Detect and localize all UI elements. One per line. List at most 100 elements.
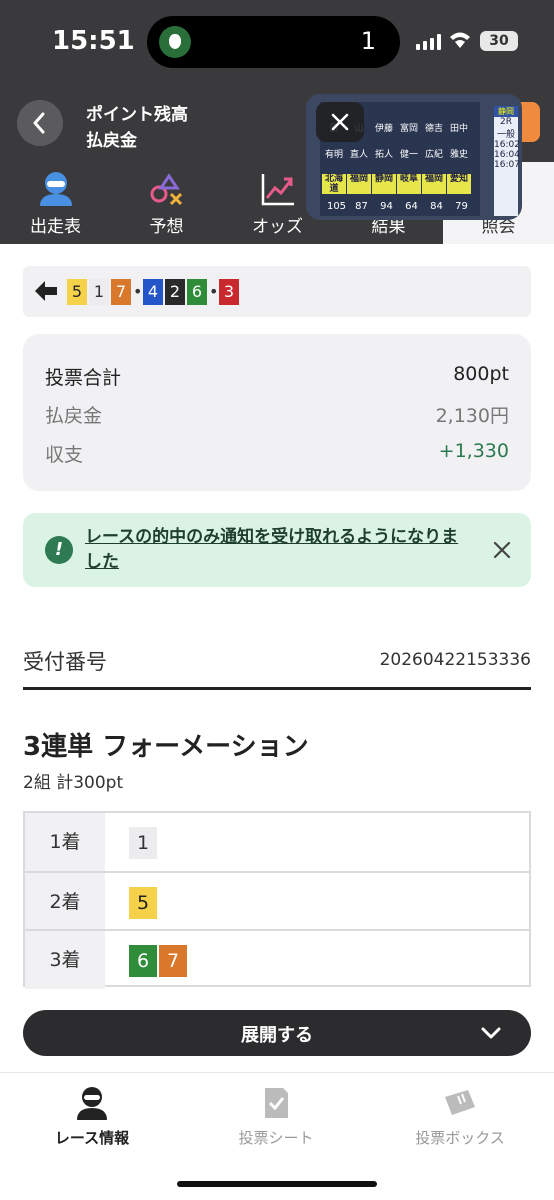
- board-cell: 德吉: [424, 124, 443, 134]
- expand-button[interactable]: 展開する: [23, 1010, 531, 1056]
- number-badge: 3: [219, 279, 239, 305]
- separator-dot: •: [133, 282, 143, 301]
- board-grade: 一般: [496, 130, 515, 140]
- tab-label: 予想: [149, 217, 184, 237]
- combination-bar: 5 1 7 • 4 2 6 • 3: [23, 266, 531, 317]
- table-row: 2着 5: [25, 873, 529, 931]
- video-player-overlay[interactable]: 原山伊藤富岡德吉田中 有明直人拓人健一広紀雅史 北海道福岡静岡岐阜福岡愛知 10…: [306, 94, 522, 220]
- board-score: 94: [380, 201, 393, 212]
- board-score: 64: [405, 201, 418, 212]
- board-time: 16:04: [494, 150, 520, 160]
- nav-vote-box[interactable]: 投票ボックス: [368, 1073, 552, 1173]
- status-time: 15:51: [52, 26, 135, 56]
- number-badge: 7: [111, 279, 131, 305]
- board-score: 87: [355, 201, 368, 212]
- summary-card: 投票合計 800pt 払戻金 2,130円 収支 +1,330: [23, 334, 531, 491]
- status-bar: 15:51 1 30: [0, 0, 554, 84]
- board-cell: 広紀: [424, 150, 443, 160]
- board-time: 16:02: [494, 140, 520, 150]
- payout-row-label: 払戻金: [45, 405, 103, 427]
- formation-table: 1着 1 2着 5 3着 67: [23, 811, 531, 989]
- payout-label: 払戻金: [86, 131, 137, 151]
- board-cell: 富岡: [399, 124, 418, 134]
- separator-dot: •: [209, 282, 219, 301]
- chart-up-icon: [261, 174, 294, 206]
- back-button[interactable]: [17, 100, 63, 146]
- number-badge: 5: [129, 887, 157, 919]
- table-row: 1着 1: [25, 813, 529, 871]
- number-badge: 1: [129, 827, 157, 859]
- close-icon: [331, 113, 349, 131]
- tab-entry-list[interactable]: 出走表: [0, 162, 111, 244]
- nav-label: 投票ボックス: [415, 1129, 505, 1147]
- arrow-left-icon: [35, 281, 57, 301]
- table-row: 3着 67: [25, 931, 529, 989]
- notification-banner: ! レースの的中のみ通知を受け取れるようになりました: [23, 513, 531, 587]
- number-badge: 2: [165, 279, 185, 305]
- place-label: 1着: [25, 813, 105, 871]
- tab-label: 出走表: [30, 217, 81, 237]
- bet-type-title: 3連単 フォーメーション: [23, 732, 309, 762]
- exclamation-icon: !: [45, 536, 73, 564]
- number-badge: 7: [159, 945, 187, 977]
- number-badge: 6: [187, 279, 207, 305]
- board-places: 北海道福岡 静岡 岐阜 福岡 愛知: [322, 174, 478, 194]
- video-close-button[interactable]: [316, 102, 364, 142]
- close-icon[interactable]: [489, 537, 515, 563]
- chevron-down-icon: [481, 1027, 501, 1039]
- receipt-label: 受付番号: [23, 650, 107, 674]
- board-cell: 岐阜: [397, 174, 421, 194]
- dynamic-island[interactable]: 1: [147, 16, 400, 68]
- board-cell: 拓人: [374, 150, 393, 160]
- balance-label: 収支: [45, 444, 84, 466]
- place-numbers: 67: [129, 945, 189, 977]
- receipt-number: 20260422153336: [379, 650, 531, 670]
- point-balance-label: ポイント残高: [86, 105, 188, 125]
- board-cell: 福岡: [347, 174, 371, 194]
- board-cell: 雅史: [449, 150, 468, 160]
- racer-icon: [40, 172, 72, 206]
- island-counter: 1: [360, 27, 376, 55]
- board-cell: 福岡: [422, 174, 446, 194]
- board-cell: 静岡: [372, 174, 396, 194]
- board-race: 2R: [500, 117, 512, 127]
- board-cell: 有明: [324, 150, 343, 160]
- home-indicator: [177, 1181, 377, 1187]
- prediction-icon: [150, 173, 183, 206]
- number-badge: 4: [143, 279, 163, 305]
- nav-label: 投票シート: [238, 1129, 314, 1147]
- number-badge: 6: [129, 945, 157, 977]
- notice-link[interactable]: レースの的中のみ通知を受け取れるようになりました: [85, 525, 465, 575]
- board-cell: 伊藤: [374, 124, 393, 134]
- total-value: 800pt: [453, 363, 509, 385]
- board-side-panel: 静岡 2R 一般 16:02 16:04 16:07: [494, 106, 520, 216]
- place-numbers: 5: [129, 887, 159, 919]
- receipt-row: 受付番号 20260422153336: [23, 640, 531, 690]
- tab-prediction[interactable]: 予想: [111, 162, 222, 244]
- place-label: 2着: [25, 873, 105, 931]
- racer-icon: [77, 1087, 107, 1120]
- nav-vote-sheet[interactable]: 投票シート: [184, 1073, 368, 1173]
- chevron-left-icon: [33, 112, 45, 134]
- wifi-icon: [450, 32, 470, 48]
- board-cell: 直人: [349, 150, 368, 160]
- board-cell: 健一: [399, 150, 418, 160]
- board-score: 79: [455, 201, 468, 212]
- ticket-icon: [445, 1090, 475, 1115]
- board-venue: 静岡: [494, 106, 518, 117]
- vote-sheet-icon: [265, 1088, 288, 1118]
- nav-label: レース情報: [54, 1129, 130, 1147]
- board-names-bottom: 有明 直人 拓人 健一 広紀 雅史: [322, 150, 478, 170]
- bet-subtitle: 2組 計300pt: [23, 773, 124, 793]
- board-score: 84: [430, 201, 443, 212]
- board-time: 16:07: [494, 160, 520, 170]
- board-scores: 105 87 94 64 84 79: [324, 201, 480, 212]
- expand-label: 展開する: [241, 1025, 313, 1046]
- total-label: 投票合計: [45, 367, 122, 389]
- number-badge: 1: [89, 279, 109, 305]
- battery-indicator: 30: [480, 31, 518, 51]
- payout-value: 2,130円: [435, 405, 509, 427]
- place-numbers: 1: [129, 827, 159, 859]
- nav-race-info[interactable]: レース情報: [0, 1073, 184, 1173]
- board-score: 105: [326, 201, 347, 212]
